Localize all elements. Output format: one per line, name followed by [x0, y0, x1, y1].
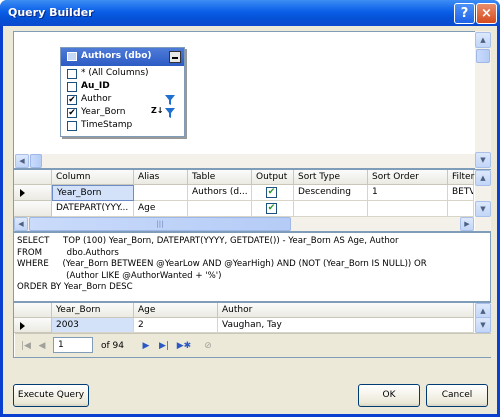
window-title: Query Builder	[8, 6, 94, 19]
column-label: * (All Columns)	[81, 68, 149, 78]
sort-descending-icon: Z↓	[151, 106, 164, 115]
query-builder-window: Query Builder ? × Authors (dbo) * (All C…	[0, 0, 500, 417]
scroll-left-arrow[interactable]: ◀	[14, 217, 28, 231]
criteria-grid-pane[interactable]: Column Alias Table Output Sort Type Sort…	[13, 169, 491, 232]
diagram-pane[interactable]: Authors (dbo) * (All Columns) Au_ID ✔ Au…	[13, 31, 475, 169]
grid-cell-table[interactable]	[188, 201, 252, 217]
grid-cell-sort-type[interactable]: Descending	[294, 185, 368, 201]
column-label: Author	[81, 94, 112, 104]
dialog-client-area: Authors (dbo) * (All Columns) Au_ID ✔ Au…	[3, 26, 497, 414]
sql-line: SELECT TOP (100) Year_Born, DATEPART(YYY…	[17, 236, 399, 246]
grid-cell-output[interactable]: ✔	[252, 201, 294, 217]
scroll-thumb[interactable]	[476, 49, 490, 63]
previous-record-button[interactable]: ◀	[35, 339, 49, 353]
filter-header[interactable]: Filter	[448, 170, 474, 185]
grid-horizontal-scrollbar[interactable]: ◀ ||| ▶	[14, 217, 474, 231]
filter-funnel-icon	[165, 108, 175, 118]
table-header[interactable]: Authors (dbo)	[61, 48, 184, 66]
grid-cell-table[interactable]: Authors (d...	[188, 185, 252, 201]
grid-cell-output[interactable]: ✔	[252, 185, 294, 201]
sql-text[interactable]: SELECT TOP (100) Year_Born, DATEPART(YYY…	[17, 236, 427, 294]
close-button[interactable]: ×	[476, 3, 497, 24]
timestamp-checkbox[interactable]	[67, 121, 77, 131]
sql-line: WHERE (Year_Born BETWEEN @YearLow AND @Y…	[17, 259, 427, 269]
record-navigation-bar: |◀ ◀ 1 of 94 ▶ ▶| ▶✱ ⊘	[15, 333, 491, 357]
sort-order-header[interactable]: Sort Order	[368, 170, 448, 185]
alias-header[interactable]: Alias	[134, 170, 188, 185]
diagram-vertical-scrollbar[interactable]: ▲ ▼	[475, 31, 491, 169]
scroll-up-arrow[interactable]: ▲	[475, 32, 491, 48]
results-vertical-scrollbar[interactable]: ▲ ▼	[475, 303, 491, 333]
table-icon	[67, 52, 77, 61]
row-selector[interactable]	[14, 318, 52, 333]
author-header[interactable]: Author	[218, 303, 474, 318]
grid-corner	[14, 303, 52, 318]
scroll-thumb[interactable]: |||	[29, 217, 291, 231]
current-row-arrow-icon	[20, 322, 25, 330]
column-header[interactable]: Column	[52, 170, 134, 185]
next-record-button[interactable]: ▶	[139, 339, 153, 353]
grid-cell-filter[interactable]	[448, 201, 474, 217]
sql-line: ORDER BY Year_Born DESC	[17, 282, 133, 292]
table-header[interactable]: Table	[188, 170, 252, 185]
result-cell-author[interactable]: Vaughan, Tay	[218, 318, 474, 333]
execute-query-button[interactable]: Execute Query	[13, 384, 89, 407]
authors-table-box[interactable]: Authors (dbo) * (All Columns) Au_ID ✔ Au…	[60, 47, 185, 137]
grid-corner	[14, 170, 52, 185]
au-id-checkbox[interactable]	[67, 82, 77, 92]
page-count-label: of 94	[101, 341, 124, 351]
column-label: Year_Born	[81, 107, 126, 117]
results-pane[interactable]: Year_Born Age Author 2003 2 Vaughan, Tay…	[13, 302, 491, 358]
sql-line: FROM dbo.Authors	[17, 247, 119, 258]
sql-line: (Author LIKE @AuthorWanted + '%')	[17, 270, 222, 281]
column-label: Au_ID	[81, 81, 110, 91]
ok-button[interactable]: OK	[358, 384, 420, 407]
stop-button[interactable]: ⊘	[201, 339, 215, 353]
year-born-checkbox[interactable]: ✔	[67, 108, 77, 118]
grid-cell-alias[interactable]: Age	[134, 201, 188, 217]
current-page-input[interactable]: 1	[53, 337, 93, 353]
first-record-button[interactable]: |◀	[19, 339, 33, 353]
output-checkbox[interactable]: ✔	[266, 187, 277, 198]
minimize-table-button[interactable]	[169, 51, 181, 63]
grid-cell-column[interactable]: Year_Born	[52, 185, 134, 201]
scroll-down-arrow[interactable]: ▼	[475, 317, 491, 333]
age-header[interactable]: Age	[134, 303, 218, 318]
grid-vertical-scrollbar[interactable]: ▲ ▼	[475, 170, 491, 231]
scroll-right-arrow[interactable]: ▶	[460, 217, 474, 231]
author-checkbox[interactable]: ✔	[67, 95, 77, 105]
grid-cell-column[interactable]: DATEPART(YYY...	[52, 201, 134, 217]
title-bar[interactable]: Query Builder ? ×	[0, 0, 500, 26]
grid-cell-sort-order[interactable]	[368, 201, 448, 217]
grid-cell-sort-type[interactable]	[294, 201, 368, 217]
output-checkbox[interactable]: ✔	[266, 203, 277, 214]
output-header[interactable]: Output	[252, 170, 294, 185]
cancel-button[interactable]: Cancel	[426, 384, 488, 407]
current-row-arrow-icon	[20, 189, 25, 197]
sql-pane[interactable]: SELECT TOP (100) Year_Born, DATEPART(YYY…	[13, 232, 491, 302]
grid-cell-alias[interactable]	[134, 185, 188, 201]
table-name: Authors (dbo)	[81, 51, 152, 61]
column-label: TimeStamp	[81, 120, 133, 130]
new-record-button[interactable]: ▶✱	[175, 339, 193, 353]
diagram-horizontal-scrollbar[interactable]: ◀	[15, 154, 475, 168]
grid-cell-filter[interactable]: BETV	[448, 185, 474, 201]
result-cell-age[interactable]: 2	[134, 318, 218, 333]
grid-cell-sort-order[interactable]: 1	[368, 185, 448, 201]
row-selector[interactable]	[14, 201, 52, 217]
scroll-down-arrow[interactable]: ▼	[475, 201, 491, 217]
year-born-header[interactable]: Year_Born	[52, 303, 134, 318]
result-cell-year-born[interactable]: 2003	[52, 318, 134, 333]
scroll-down-arrow[interactable]: ▼	[475, 152, 491, 168]
sort-type-header[interactable]: Sort Type	[294, 170, 368, 185]
filter-funnel-icon	[165, 95, 175, 105]
row-selector[interactable]	[14, 185, 52, 201]
scroll-up-arrow[interactable]: ▲	[475, 170, 491, 186]
scroll-thumb[interactable]	[30, 154, 42, 168]
scroll-left-arrow[interactable]: ◀	[15, 154, 29, 168]
help-button[interactable]: ?	[454, 3, 475, 24]
all-columns-checkbox[interactable]	[67, 69, 77, 79]
last-record-button[interactable]: ▶|	[157, 339, 171, 353]
